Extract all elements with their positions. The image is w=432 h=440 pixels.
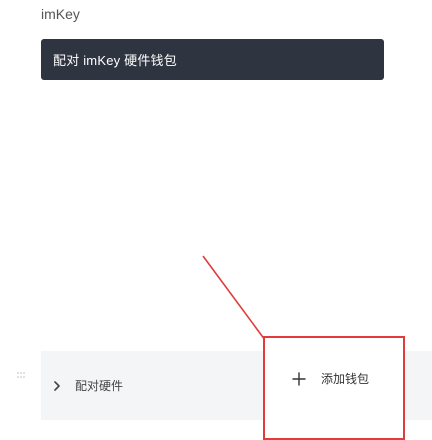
drag-dots-icon bbox=[17, 372, 25, 378]
highlight-box bbox=[263, 336, 405, 440]
add-wallet-button[interactable]: 添加钱包 bbox=[291, 370, 369, 387]
pair-hardware-label: 配对硬件 bbox=[75, 379, 124, 393]
add-wallet-label: 添加钱包 bbox=[321, 372, 370, 386]
chevron-right-icon bbox=[49, 378, 65, 394]
page-title: imKey bbox=[41, 6, 80, 22]
plus-icon bbox=[291, 371, 307, 387]
pair-imkey-button[interactable]: 配对 imKey 硬件钱包 bbox=[41, 39, 384, 80]
